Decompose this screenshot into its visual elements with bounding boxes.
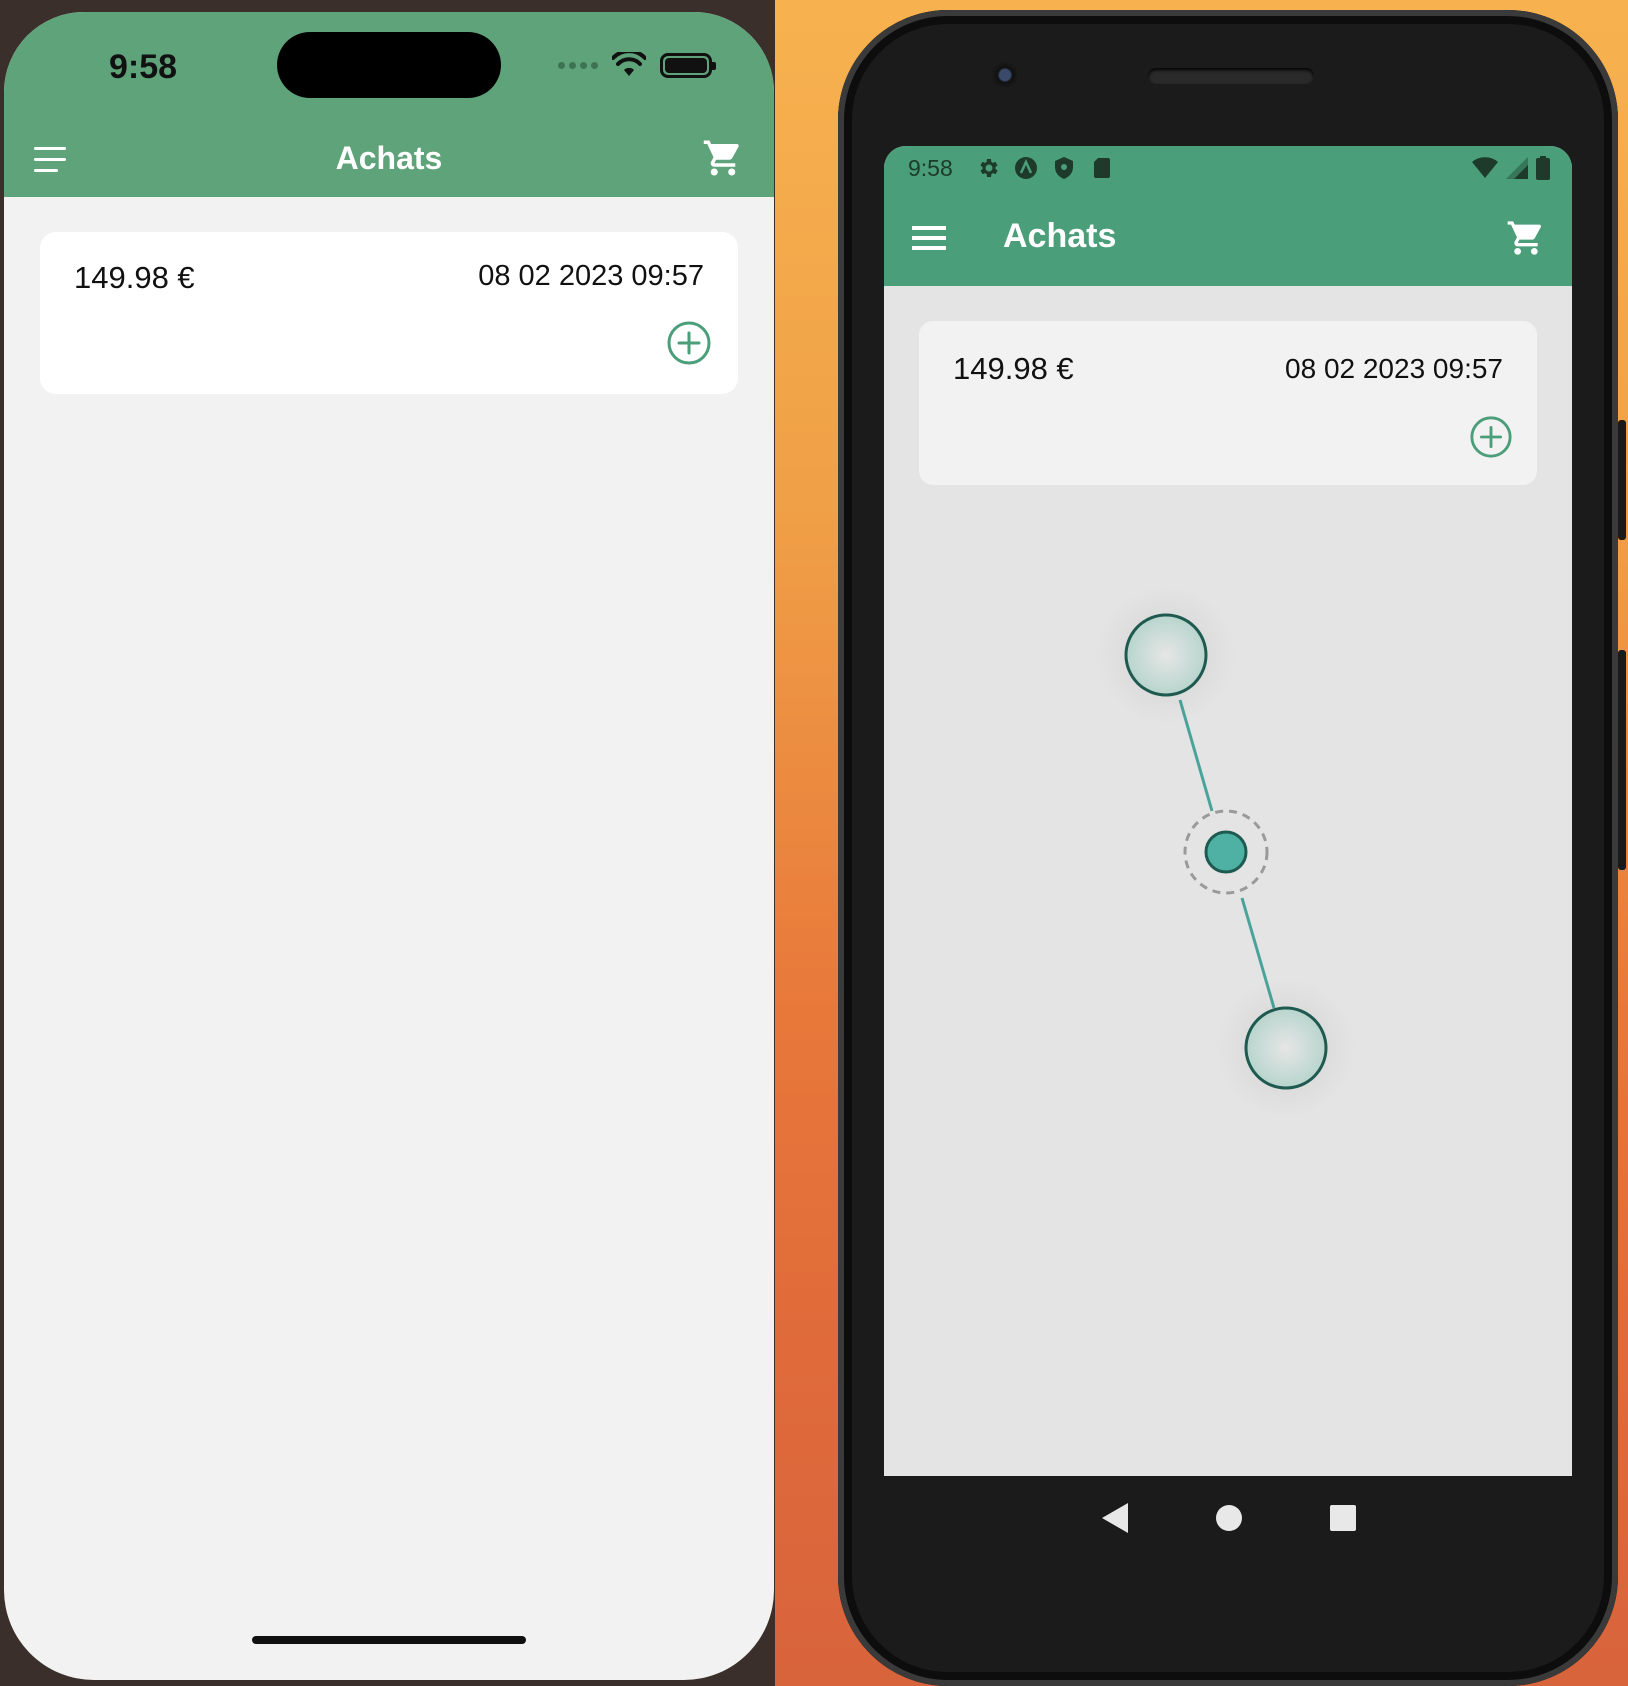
android-nav-bar bbox=[884, 1476, 1572, 1560]
dynamic-island bbox=[277, 32, 501, 98]
android-screen: 9:58 Achats 149.98 € 08 02 2023 09:57 bbox=[884, 146, 1572, 1476]
battery-icon bbox=[660, 52, 716, 78]
front-camera bbox=[992, 62, 1018, 88]
touch-point bbox=[1244, 1006, 1328, 1090]
cart-icon[interactable] bbox=[702, 137, 744, 179]
ios-app-header: 9:58 Achats bbox=[4, 12, 774, 197]
recents-icon[interactable] bbox=[1329, 1504, 1357, 1532]
earpiece-speaker bbox=[1148, 68, 1314, 84]
back-icon[interactable] bbox=[1100, 1501, 1130, 1535]
add-circle-icon[interactable] bbox=[666, 320, 712, 366]
purchase-card[interactable]: 149.98 € 08 02 2023 09:57 bbox=[40, 232, 738, 394]
signal-dots-icon bbox=[558, 61, 598, 69]
page-title: Achats bbox=[335, 140, 443, 176]
home-indicator[interactable] bbox=[252, 1636, 526, 1644]
purchase-amount: 149.98 € bbox=[74, 260, 195, 295]
pinch-center bbox=[1204, 830, 1248, 874]
volume-button bbox=[1618, 420, 1626, 540]
touch-point bbox=[1124, 613, 1208, 697]
ios-status-icons bbox=[558, 52, 716, 78]
ios-status-time: 9:58 bbox=[109, 48, 178, 86]
wifi-icon bbox=[612, 52, 646, 76]
home-icon[interactable] bbox=[1215, 1504, 1243, 1532]
purchase-date: 08 02 2023 09:57 bbox=[478, 260, 704, 292]
power-button bbox=[1618, 650, 1626, 870]
pinch-gesture-overlay bbox=[1096, 585, 1356, 1118]
ios-screen: 9:58 Achats 149.98 € 08 02 2023 09:57 bbox=[4, 12, 774, 1680]
